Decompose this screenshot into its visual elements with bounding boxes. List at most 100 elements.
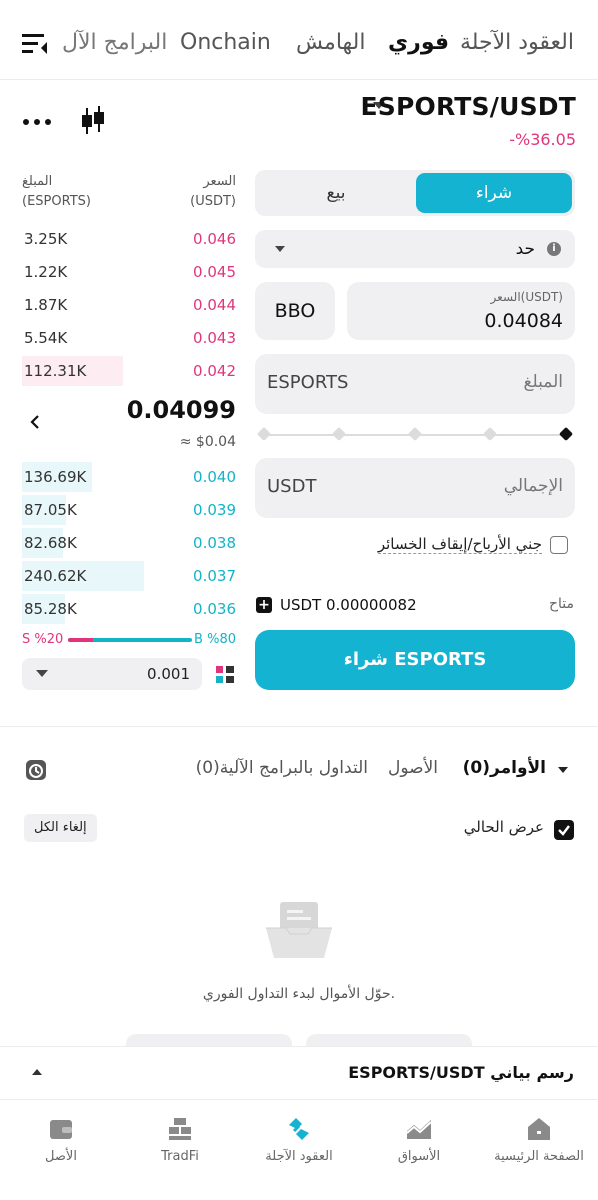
chevron-down-icon <box>36 670 48 677</box>
available-label: متاح <box>548 596 574 612</box>
tradfi-icon <box>169 1118 191 1140</box>
ask-amount: 5.54K <box>24 329 68 347</box>
nav-tradfi[interactable]: TradFi <box>125 1115 235 1164</box>
slider-stop-25[interactable] <box>331 426 347 442</box>
tab-futures[interactable]: العقود الآجلة <box>460 30 574 55</box>
slider-stop-0[interactable] <box>256 426 272 442</box>
slider-stop-50[interactable] <box>407 426 423 442</box>
chart-bar-label: ESPORTS/USDT رسم بياني <box>348 1063 574 1082</box>
buy-tab[interactable]: شراء <box>416 173 572 213</box>
buy-ratio: B %80 <box>194 632 236 647</box>
orders-tabs: الأوامر(0) الأصول التداول بالبرامج الآلي… <box>148 758 568 782</box>
markets-icon <box>406 1120 432 1139</box>
nav-home-label: الصفحة الرئيسية <box>494 1149 584 1164</box>
nav-home[interactable]: الصفحة الرئيسية <box>484 1115 594 1164</box>
total-placeholder: الإجمالي <box>503 476 563 496</box>
sell-ratio: S %20 <box>22 632 64 647</box>
show-current-label: عرض الحالي <box>463 818 544 836</box>
bid-amount: 85.28K <box>24 600 77 618</box>
side-toggle: شراء بيع <box>255 170 575 216</box>
bid-price: 0.040 <box>193 468 236 486</box>
ask-row[interactable]: 112.31K 0.042 <box>22 356 236 386</box>
bid-row[interactable]: 82.68K 0.038 <box>22 528 236 558</box>
ratio-sell-fill <box>68 638 93 642</box>
ask-amount: 1.22K <box>24 263 68 281</box>
sell-tab[interactable]: بيع <box>258 173 414 213</box>
home-icon <box>528 1118 550 1140</box>
tab-bots[interactable]: البرامج الآل <box>62 30 167 55</box>
more-icon[interactable] <box>22 112 52 125</box>
nav-markets-label: الأسواق <box>397 1149 441 1164</box>
price-input-label: السعر(USDT) <box>490 290 563 304</box>
show-current-checkbox[interactable] <box>554 820 574 840</box>
ask-price: 0.042 <box>193 362 236 380</box>
bid-amount: 240.62K <box>24 567 87 585</box>
ratio-bar <box>68 638 192 642</box>
chart-bar[interactable]: ESPORTS/USDT رسم بياني <box>0 1046 598 1100</box>
bid-price: 0.036 <box>193 600 236 618</box>
bid-price: 0.039 <box>193 501 236 519</box>
bid-price: 0.037 <box>193 567 236 585</box>
tpsl-label[interactable]: جني الأرباح/إيقاف الخسائر <box>377 535 542 554</box>
ask-row[interactable]: 5.54K 0.043 <box>22 323 236 353</box>
tab-margin[interactable]: الهامش <box>296 30 366 55</box>
order-type-select[interactable]: حد i <box>255 230 575 268</box>
total-input[interactable]: USDT الإجمالي <box>255 458 575 518</box>
bbo-button[interactable]: BBO <box>255 282 335 340</box>
bid-row[interactable]: 240.62K 0.037 <box>22 561 236 591</box>
tab-bot-trading[interactable]: التداول بالبرامج الآلية(0) <box>196 758 368 778</box>
ask-row[interactable]: 3.25K 0.046 <box>22 224 236 254</box>
cancel-all-button[interactable]: إلغاء الكل <box>24 814 97 842</box>
slider-stop-100[interactable] <box>558 426 574 442</box>
precision-select[interactable]: 0.001 <box>22 658 202 690</box>
nav-futures-label: العقود الآجلة <box>265 1149 333 1164</box>
bid-row[interactable]: 87.05K 0.039 <box>22 495 236 525</box>
bid-amount: 136.69K <box>24 468 87 486</box>
bbo-label: BBO <box>274 300 316 322</box>
candlestick-chart-icon[interactable] <box>80 106 106 136</box>
info-icon[interactable]: i <box>547 242 561 256</box>
order-type-label: حد <box>515 239 535 259</box>
tpsl-checkbox[interactable] <box>550 536 568 554</box>
ask-row[interactable]: 1.87K 0.044 <box>22 290 236 320</box>
amount-header: المبلغ (ESPORTS) <box>22 174 91 209</box>
tab-assets[interactable]: الأصول <box>388 758 438 778</box>
nav-markets[interactable]: الأسواق <box>364 1115 474 1164</box>
bid-amount: 87.05K <box>24 501 77 519</box>
slider-stop-75[interactable] <box>482 426 498 442</box>
futures-icon <box>289 1118 309 1140</box>
ask-price: 0.044 <box>193 296 236 314</box>
add-funds-icon[interactable]: + <box>256 597 272 613</box>
tab-orders[interactable]: الأوامر(0) <box>463 758 546 778</box>
nav-assets-label: الأصل <box>45 1149 77 1164</box>
bid-row[interactable]: 85.28K 0.036 <box>22 594 236 624</box>
expand-chart-icon[interactable] <box>32 1069 42 1075</box>
price-input-value: 0.04084 <box>484 310 563 332</box>
nav-tradfi-label: TradFi <box>161 1149 199 1164</box>
bottom-nav: الصفحة الرئيسية الأسواق العقود الآجلة Tr… <box>0 1101 598 1200</box>
tab-onchain[interactable]: Onchain <box>180 30 271 55</box>
bid-row[interactable]: 136.69K 0.040 <box>22 462 236 492</box>
price-input[interactable]: السعر(USDT) 0.04084 <box>347 282 575 340</box>
chevron-down-icon <box>275 246 285 252</box>
tab-spot[interactable]: فوري <box>388 30 449 55</box>
history-icon[interactable] <box>24 758 48 782</box>
menu-icon[interactable] <box>22 32 48 56</box>
collapse-arrow-icon[interactable] <box>30 414 40 434</box>
wallet-icon <box>50 1120 72 1139</box>
price-header: السعر (USDT) <box>190 174 236 209</box>
pair-change: -%36.05 <box>509 130 576 149</box>
ask-amount: 3.25K <box>24 230 68 248</box>
nav-assets[interactable]: الأصل <box>6 1115 116 1164</box>
pair-symbol[interactable]: ESPORTS/USDT <box>361 92 577 121</box>
top-tab-bar: البرامج الآل Onchain الهامش فوري العقود … <box>0 0 598 80</box>
ask-amount: 112.31K <box>24 362 87 380</box>
buy-submit-button[interactable]: شراء ESPORTS <box>255 630 575 690</box>
available-value: USDT 0.00000082 <box>280 596 417 614</box>
precision-value: 0.001 <box>147 665 190 683</box>
ask-price: 0.045 <box>193 263 236 281</box>
ask-row[interactable]: 1.22K 0.045 <box>22 257 236 287</box>
nav-futures[interactable]: العقود الآجلة <box>244 1115 354 1164</box>
amount-input[interactable]: ESPORTS المبلغ <box>255 354 575 414</box>
book-layout-icon[interactable] <box>216 666 234 684</box>
